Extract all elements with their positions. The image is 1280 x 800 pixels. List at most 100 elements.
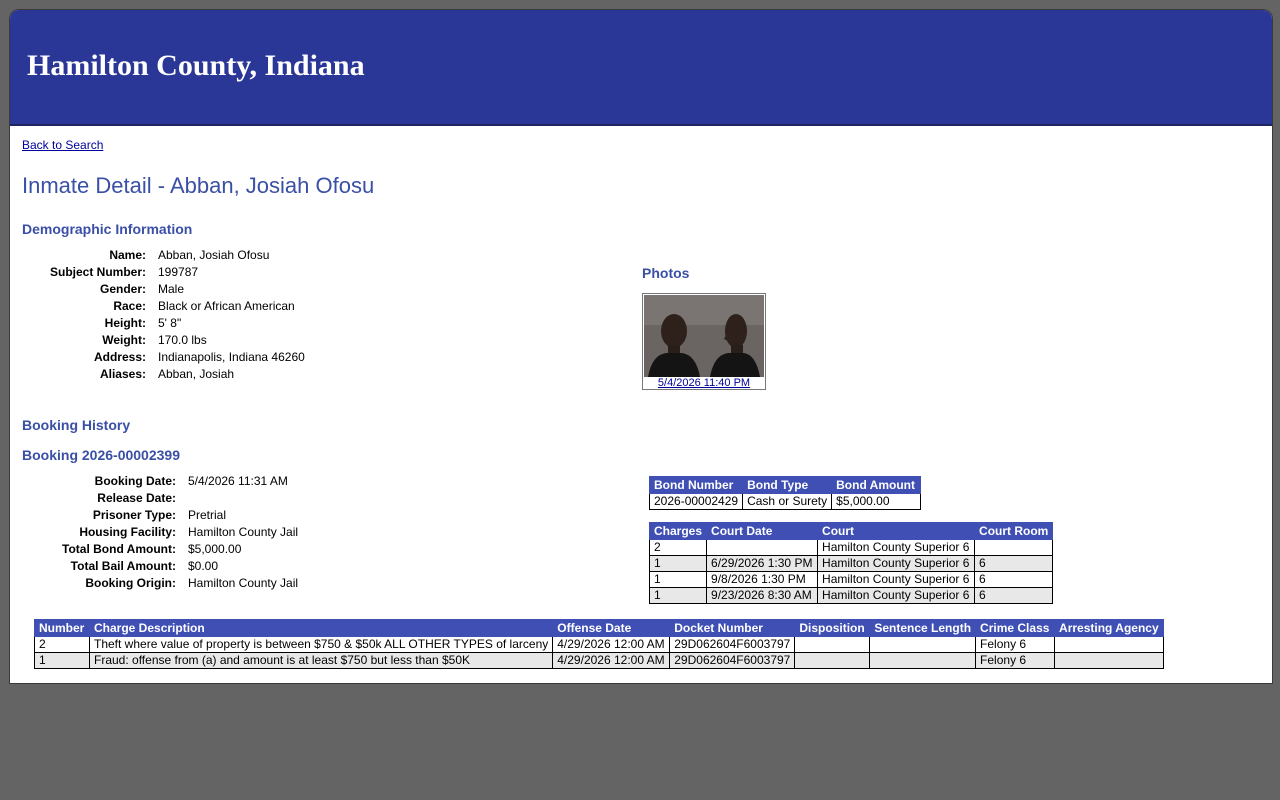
court-cell: Hamilton County Superior 6 — [817, 571, 976, 588]
photo-card: 5/4/2026 11:40 PM — [642, 293, 766, 390]
court-cell — [974, 539, 1054, 556]
charge-column-header: Charge Description — [88, 619, 554, 637]
booking-history-heading: Booking History — [22, 417, 131, 433]
demographic-field-value: Abban, Josiah Ofosu — [158, 248, 270, 262]
charges-table: Number Charge Description Offense Date Dock… — [34, 619, 1164, 669]
bond-cell: $5,000.00 — [831, 493, 922, 510]
court-cell: Hamilton County Superior 6 — [817, 539, 976, 556]
bond-column-header: Bond Number — [648, 476, 744, 494]
court-column-header: Charges — [648, 522, 708, 540]
main-content: Back to Search Inmate Detail - Abban, Jo… — [10, 126, 1272, 683]
county-title: Hamilton County, Indiana — [27, 49, 365, 82]
demographic-field-label: Subject Number: — [49, 265, 146, 279]
demographic-field-value: 199787 — [158, 265, 199, 279]
court-cell: 6 — [974, 555, 1054, 572]
court-cell: 9/23/2026 8:30 AM — [706, 587, 819, 604]
demographic-field-value: 5' 8" — [158, 316, 182, 330]
court-cell: 1 — [648, 555, 708, 572]
charge-cell — [1054, 636, 1164, 653]
charge-column-header: Crime Class — [975, 619, 1056, 637]
charge-cell — [794, 652, 871, 669]
photos-heading: Photos — [642, 265, 690, 281]
header-banner: Hamilton County, Indiana — [10, 10, 1272, 126]
booking-field-value — [188, 490, 448, 507]
booking-field-value: $5,000.00 — [188, 542, 242, 556]
court-cell: 6 — [974, 571, 1054, 588]
charge-cell: Theft where value of property is between… — [88, 636, 554, 653]
demographic-field-value: Black or African American — [158, 299, 295, 313]
bond-header-row: Bond Number Bond Type Bond Amount — [648, 476, 922, 494]
booking-field-value: $0.00 — [188, 559, 219, 573]
demographic-field-value: 170.0 lbs — [158, 333, 207, 347]
booking-field-value: Hamilton County Jail — [188, 525, 299, 539]
charge-cell: 1 — [34, 652, 90, 669]
page-frame: Hamilton County, Indiana Back to Search … — [9, 9, 1273, 684]
bond-cell: 2026-00002429 — [648, 493, 744, 510]
court-cell: Hamilton County Superior 6 — [817, 587, 976, 604]
bond-column-header: Bond Amount — [831, 476, 922, 494]
court-row: 1 9/23/2026 8:30 AM Hamilton County Superi… — [648, 587, 1054, 604]
charge-header-row: Number Charge Description Offense Date Dock… — [34, 619, 1164, 637]
booking-field-value: Pretrial — [188, 508, 227, 522]
court-cell: 1 — [648, 587, 708, 604]
demographic-field-label: Weight: — [102, 333, 146, 347]
side-mugshot[interactable] — [704, 295, 764, 377]
charge-cell: 29D062604F6003797 — [669, 652, 796, 669]
charge-cell: Felony 6 — [975, 652, 1056, 669]
booking-field-label: Release Date: — [97, 491, 176, 505]
front-mugshot[interactable] — [644, 295, 704, 377]
demographic-list: Name: Abban, Josiah Ofosu Subject Number: 1… — [22, 247, 458, 383]
bond-column-header: Bond Type — [742, 476, 833, 494]
court-row: 2 Hamilton County Superior 6 — [648, 539, 1054, 556]
page-title: Inmate Detail - Abban, Josiah Ofosu — [22, 173, 375, 198]
demographic-field-label: Address: — [93, 350, 146, 364]
charge-column-header: Offense Date — [552, 619, 671, 637]
demographic-heading: Demographic Information — [22, 221, 193, 237]
booking-field-label: Housing Facility: — [79, 525, 176, 539]
back-to-search-link[interactable]: Back to Search — [22, 138, 103, 152]
charge-row: 2 Theft where value of property is betwee… — [34, 636, 1164, 653]
court-cell: 2 — [648, 539, 708, 556]
charge-cell: Felony 6 — [975, 636, 1056, 653]
charge-cell: 4/29/2026 12:00 AM — [552, 652, 671, 669]
charge-row: 1 Fraud: offense from (a) and amount is a… — [34, 652, 1164, 669]
court-column-header: Court Date — [706, 522, 819, 540]
demographic-field-value: Male — [158, 282, 185, 296]
charge-column-header: Sentence Length — [869, 619, 977, 637]
charge-column-header: Arresting Agency — [1054, 619, 1164, 637]
court-cell: 6/29/2026 1:30 PM — [706, 555, 819, 572]
court-cell — [706, 539, 819, 556]
charge-cell: 2 — [34, 636, 90, 653]
charge-column-header: Number — [34, 619, 90, 637]
demographic-field-label: Height: — [104, 316, 146, 330]
charge-column-header: Disposition — [794, 619, 871, 637]
photo-date-link[interactable]: 5/4/2026 11:40 PM — [643, 377, 765, 389]
court-cell: 9/8/2026 1:30 PM — [706, 571, 819, 588]
booking-heading: Booking 2026-00002399 — [22, 447, 180, 463]
court-cell: 6 — [974, 587, 1054, 604]
charge-cell: 29D062604F6003797 — [669, 636, 796, 653]
demographic-field-value: Indianapolis, Indiana 46260 — [158, 350, 305, 364]
court-header-row: Charges Court Date Court Court Room — [648, 522, 1054, 540]
demographic-field-label: Aliases: — [99, 367, 146, 381]
bond-cell: Cash or Surety — [742, 493, 833, 510]
booking-field-label: Booking Date: — [94, 474, 176, 488]
demographic-field-value: Abban, Josiah — [158, 367, 235, 381]
demographic-field-label: Race: — [113, 299, 146, 313]
booking-field-label: Prisoner Type: — [92, 508, 176, 522]
booking-field-value: Hamilton County Jail — [188, 576, 299, 590]
demographic-field-label: Gender: — [99, 282, 146, 296]
bond-table: Bond Number Bond Type Bond Amount 2026-0000… — [648, 476, 922, 510]
booking-field-label: Total Bond Amount: — [62, 542, 176, 556]
charge-cell — [1054, 652, 1164, 669]
court-row: 1 9/8/2026 1:30 PM Hamilton County Superio… — [648, 571, 1054, 588]
court-row: 1 6/29/2026 1:30 PM Hamilton County Superi… — [648, 555, 1054, 572]
charge-cell — [869, 636, 977, 653]
court-column-header: Court — [817, 522, 976, 540]
bond-row: 2026-00002429 Cash or Surety $5,000.00 — [648, 493, 922, 510]
booking-list: Booking Date: 5/4/2026 11:31 AM Release Da… — [22, 473, 448, 592]
demographic-field-label: Name: — [109, 248, 146, 262]
court-cell: Hamilton County Superior 6 — [817, 555, 976, 572]
court-column-header: Court Room — [974, 522, 1054, 540]
charge-cell: 4/29/2026 12:00 AM — [552, 636, 671, 653]
